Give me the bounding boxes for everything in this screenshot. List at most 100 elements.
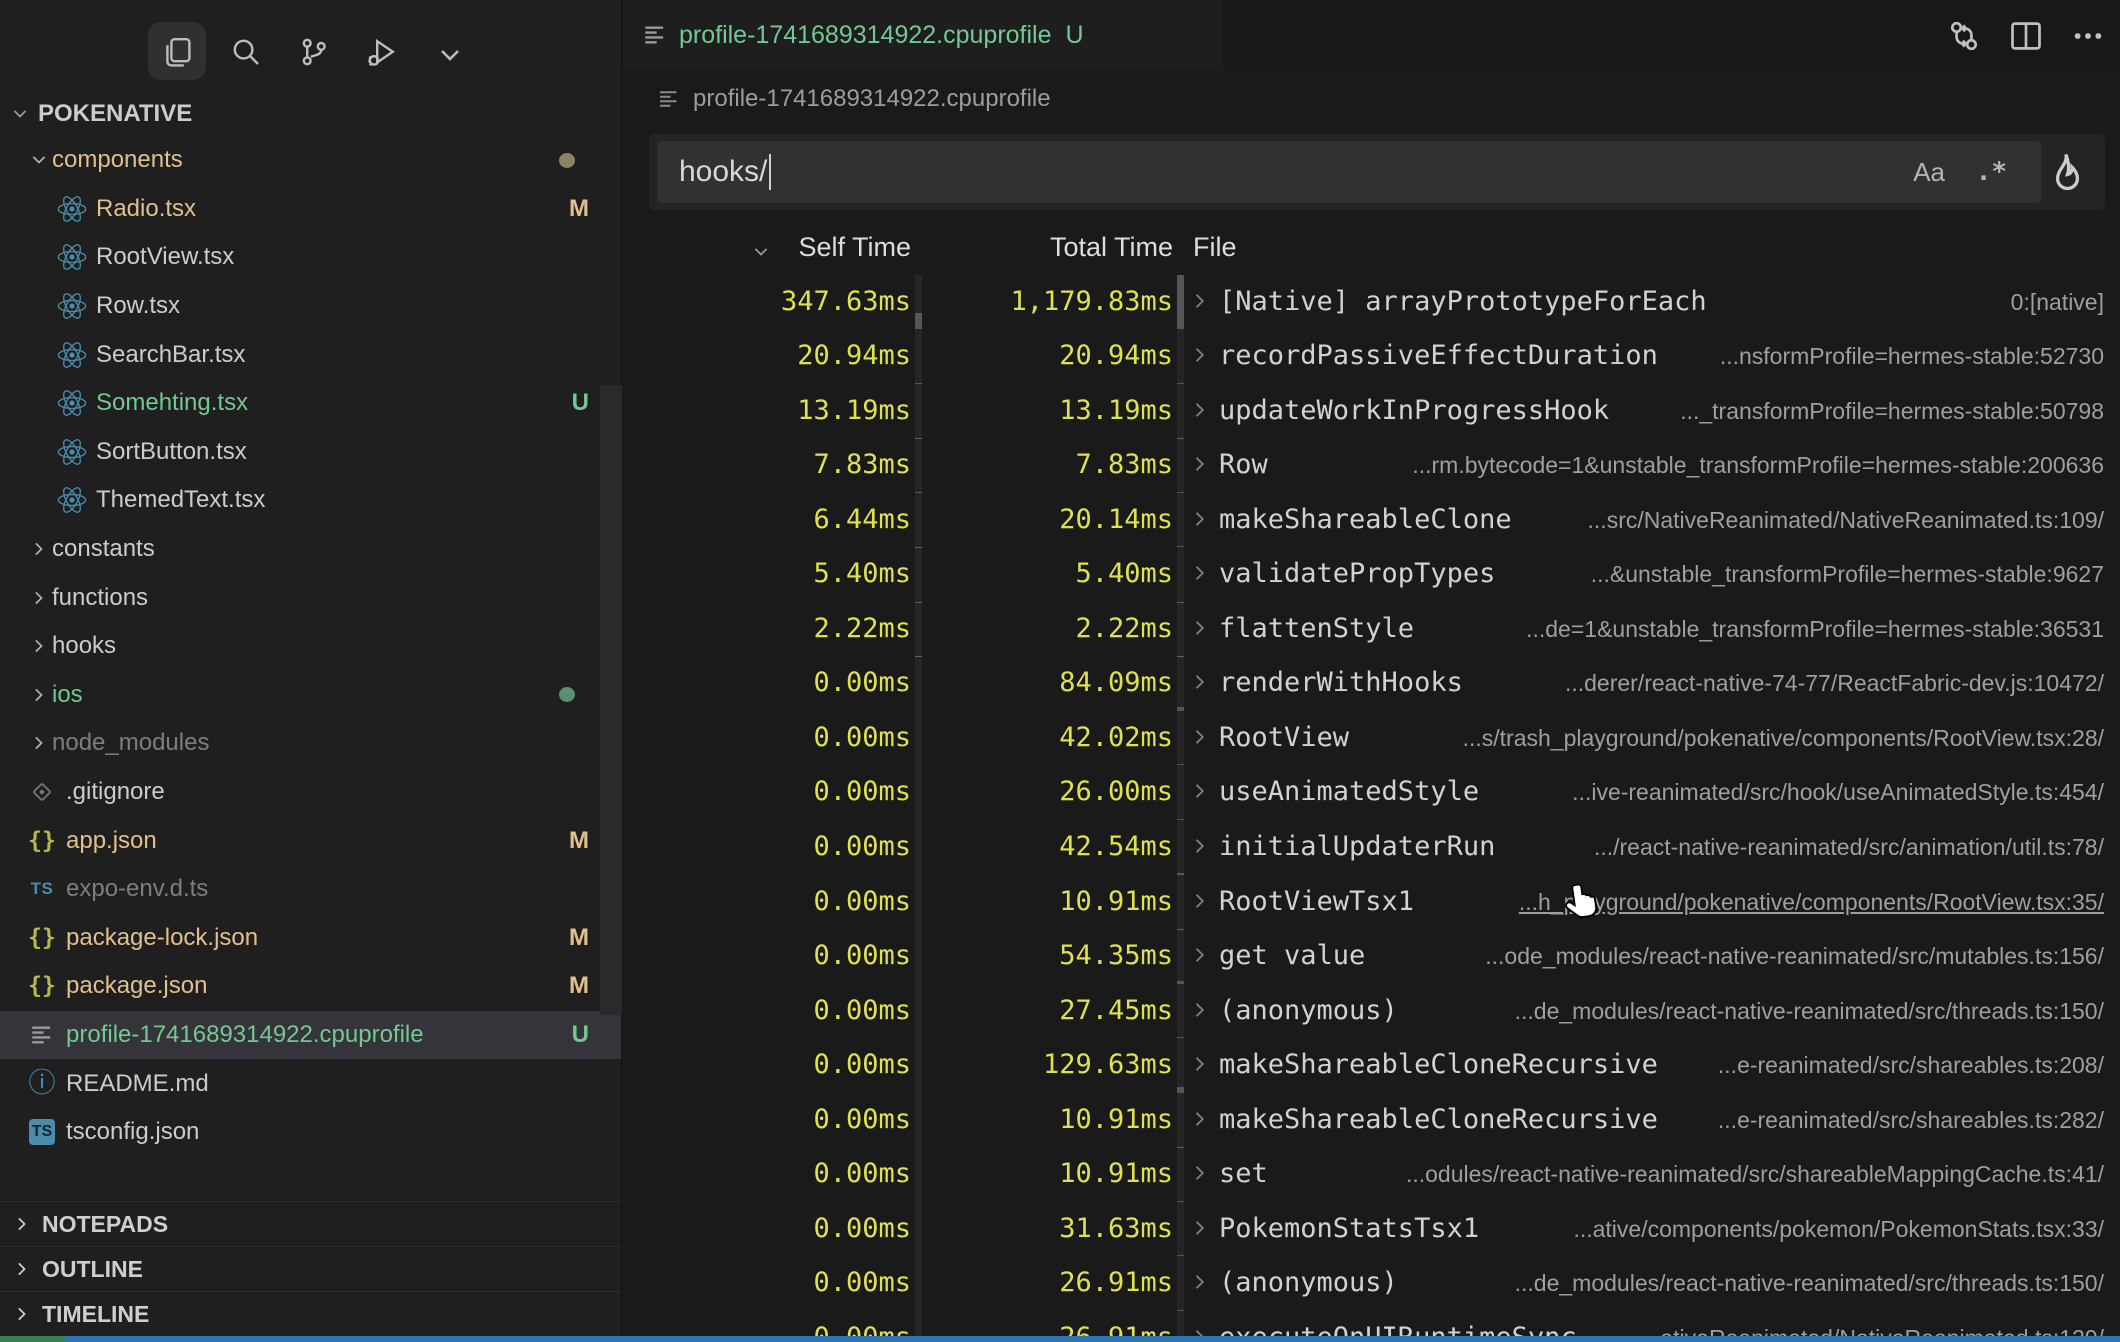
profile-row: 2.22ms2.22msflattenStyle...de=1&unstable… — [623, 602, 2120, 657]
file-location-link[interactable]: ...de_modules/react-native-reanimated/sr… — [1515, 1270, 2104, 1297]
git-status-badge: M — [569, 827, 589, 855]
tree-file--gitignore[interactable]: .gitignore — [0, 768, 621, 817]
tree-folder-constants[interactable]: constants — [0, 525, 621, 574]
tree-file-package-json[interactable]: {}package.jsonM — [0, 962, 621, 1011]
git-change-dot — [559, 687, 575, 702]
file-location-link[interactable]: .../react-native-reanimated/src/animatio… — [1594, 834, 2104, 861]
expand-chevron-icon[interactable] — [1189, 944, 1211, 971]
tree-folder-hooks[interactable]: hooks — [0, 622, 621, 671]
function-name[interactable]: makeShareableCloneRecursive — [1219, 1104, 1658, 1135]
tree-file-app-json[interactable]: {}app.jsonM — [0, 816, 621, 865]
expand-chevron-icon[interactable] — [1189, 999, 1211, 1026]
file-location-link[interactable]: ..._transformProfile=hermes-stable:50798 — [1680, 398, 2104, 425]
project-header[interactable]: POKENATIVE — [0, 95, 621, 133]
tree-file-profile-1741689314922-cpuprofile[interactable]: profile-1741689314922.cpuprofileU — [0, 1011, 621, 1060]
section-notepads[interactable]: NOTEPADS — [0, 1201, 621, 1246]
self-time-gauge — [915, 1202, 922, 1257]
expand-chevron-icon[interactable] — [1189, 835, 1211, 862]
file-location-link[interactable]: ...ive-reanimated/src/hook/useAnimatedSt… — [1572, 779, 2104, 806]
tree-item-label: ThemedText.tsx — [96, 486, 265, 514]
total-time-value: 31.63ms — [923, 1213, 1173, 1244]
expand-chevron-icon[interactable] — [1189, 1053, 1211, 1080]
expand-chevron-icon[interactable] — [1189, 726, 1211, 753]
file-location-link[interactable]: ...nsformProfile=hermes-stable:52730 — [1720, 343, 2104, 370]
expand-chevron-icon[interactable] — [1189, 617, 1211, 644]
source-control-icon[interactable] — [298, 36, 330, 68]
section-timeline[interactable]: TIMELINE — [0, 1291, 621, 1336]
tree-file-readme-md[interactable]: ⓘREADME.md — [0, 1059, 621, 1108]
tree-file-rootview-tsx[interactable]: RootView.tsx — [0, 233, 621, 282]
file-location-link[interactable]: ...ative/components/pokemon/PokemonStats… — [1573, 1216, 2104, 1243]
expand-chevron-icon[interactable] — [1189, 290, 1211, 317]
tree-folder-ios[interactable]: ios — [0, 671, 621, 720]
git-status-badge: U — [572, 389, 589, 417]
file-location-link[interactable]: 0:[native] — [2011, 289, 2104, 316]
status-remote-segment[interactable] — [0, 1336, 66, 1342]
file-location-link[interactable]: ...ode_modules/react-native-reanimated/s… — [1485, 943, 2104, 970]
file-location-link[interactable]: ...src/NativeReanimated/NativeReanimated… — [1588, 507, 2104, 534]
expand-chevron-icon[interactable] — [1189, 890, 1211, 917]
file-location-link[interactable]: ...rm.bytecode=1&unstable_transformProfi… — [1412, 452, 2104, 479]
tree-file-sortbutton-tsx[interactable]: SortButton.tsx — [0, 428, 621, 477]
tree-file-somehting-tsx[interactable]: Somehting.tsxU — [0, 379, 621, 428]
expand-chevron-icon[interactable] — [1189, 780, 1211, 807]
file-location-link[interactable]: ...de_modules/react-native-reanimated/sr… — [1515, 998, 2104, 1025]
function-name[interactable]: Row — [1219, 449, 1268, 480]
function-name[interactable]: RootView — [1219, 722, 1349, 753]
expand-chevron-icon[interactable] — [1189, 453, 1211, 480]
function-name[interactable]: updateWorkInProgressHook — [1219, 395, 1609, 426]
expand-chevron-icon[interactable] — [1189, 1271, 1211, 1298]
file-location-link[interactable]: ...h_playground/pokenative/components/Ro… — [1519, 889, 2104, 916]
total-time-gauge — [1177, 329, 1184, 384]
tree-file-row-tsx[interactable]: Row.tsx — [0, 282, 621, 331]
function-name[interactable]: makeShareableCloneRecursive — [1219, 1049, 1658, 1080]
expand-chevron-icon[interactable] — [1189, 671, 1211, 698]
tree-file-themedtext-tsx[interactable]: ThemedText.tsx — [0, 476, 621, 525]
expand-chevron-icon[interactable] — [1189, 344, 1211, 371]
file-location-link[interactable]: ...&unstable_transformProfile=hermes-sta… — [1591, 561, 2104, 588]
file-location-link[interactable]: ...e-reanimated/src/shareables.ts:208/ — [1718, 1052, 2104, 1079]
run-debug-icon[interactable] — [366, 36, 398, 68]
expand-chevron-icon[interactable] — [1189, 399, 1211, 426]
expand-chevron-icon[interactable] — [1189, 1162, 1211, 1189]
expand-chevron-icon[interactable] — [1189, 562, 1211, 589]
file-location-link[interactable]: ...derer/react-native-74-77/ReactFabric-… — [1565, 670, 2104, 697]
function-name[interactable]: validatePropTypes — [1219, 558, 1495, 589]
section-outline[interactable]: OUTLINE — [0, 1246, 621, 1291]
expand-chevron-icon[interactable] — [1189, 1108, 1211, 1135]
file-location-link[interactable]: ...e-reanimated/src/shareables.ts:282/ — [1718, 1107, 2104, 1134]
function-name[interactable]: set — [1219, 1158, 1268, 1189]
function-name[interactable]: PokemonStatsTsx1 — [1219, 1213, 1479, 1244]
tree-file-package-lock-json[interactable]: {}package-lock.jsonM — [0, 914, 621, 963]
function-name[interactable]: initialUpdaterRun — [1219, 831, 1495, 862]
tree-file-radio-tsx[interactable]: Radio.tsxM — [0, 185, 621, 234]
expand-chevron-icon[interactable] — [1189, 508, 1211, 535]
tree-folder-components[interactable]: components — [0, 136, 621, 185]
tree-file-tsconfig-json[interactable]: TStsconfig.json — [0, 1108, 621, 1157]
chevron-right-icon — [26, 733, 52, 753]
tree-file-expo-env-d-ts[interactable]: TSexpo-env.d.ts — [0, 865, 621, 914]
sidebar-scrollbar[interactable] — [600, 385, 622, 1015]
function-name[interactable]: flattenStyle — [1219, 613, 1414, 644]
explorer-icon[interactable] — [161, 36, 193, 68]
function-name[interactable]: makeShareableClone — [1219, 504, 1512, 535]
function-name[interactable]: (anonymous) — [1219, 995, 1398, 1026]
function-name[interactable]: (anonymous) — [1219, 1267, 1398, 1298]
self-time-gauge — [915, 493, 922, 548]
file-location-link[interactable]: ...de=1&unstable_transformProfile=hermes… — [1526, 616, 2104, 643]
function-name[interactable]: recordPassiveEffectDuration — [1219, 340, 1658, 371]
file-location-link[interactable]: ...odules/react-native-reanimated/src/sh… — [1406, 1161, 2104, 1188]
function-name[interactable]: renderWithHooks — [1219, 667, 1463, 698]
tree-folder-node-modules[interactable]: node_modules — [0, 719, 621, 768]
file-location-link[interactable]: ...s/trash_playground/pokenative/compone… — [1463, 725, 2104, 752]
tree-file-searchbar-tsx[interactable]: SearchBar.tsx — [0, 330, 621, 379]
profile-row: 20.94ms20.94msrecordPassiveEffectDuratio… — [623, 329, 2120, 384]
search-icon[interactable] — [230, 36, 262, 68]
more-views-chevron-icon[interactable] — [434, 40, 466, 72]
function-name[interactable]: [Native] arrayPrototypeForEach — [1219, 286, 1707, 317]
function-name[interactable]: useAnimatedStyle — [1219, 776, 1479, 807]
tree-folder-functions[interactable]: functions — [0, 573, 621, 622]
function-name[interactable]: RootViewTsx1 — [1219, 886, 1414, 917]
expand-chevron-icon[interactable] — [1189, 1217, 1211, 1244]
function-name[interactable]: get value — [1219, 940, 1365, 971]
